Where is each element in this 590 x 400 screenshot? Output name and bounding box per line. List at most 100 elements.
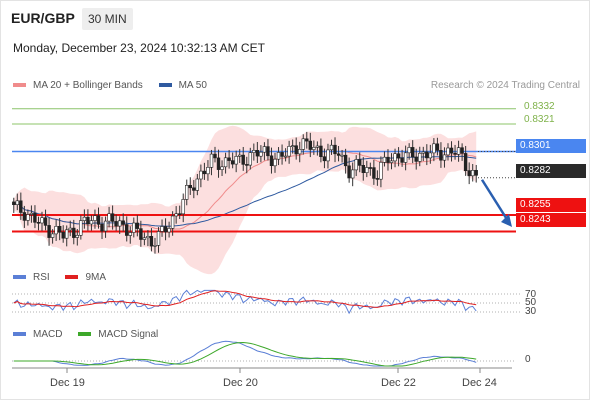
candle-body: [118, 220, 122, 227]
pivot-label: 0.8301: [516, 139, 586, 153]
candle-body: [421, 151, 425, 154]
candle-body: [163, 226, 168, 233]
rsi-9ma-line: [13, 290, 477, 308]
candle-body: [213, 153, 217, 159]
candle-body: [185, 185, 189, 200]
candle-body: [47, 225, 51, 238]
candle-body: [333, 144, 337, 155]
s1-label: 0.8255: [516, 198, 586, 212]
candle-body: [418, 153, 422, 162]
legend-macd-signal-label: MACD Signal: [98, 329, 159, 340]
legend-9ma: 9MA: [65, 272, 106, 283]
candle-body: [100, 224, 104, 232]
candle-body: [174, 213, 178, 217]
candle-body: [50, 233, 55, 238]
candle-body: [439, 150, 443, 161]
candle-body: [361, 165, 365, 174]
candle-body: [170, 215, 175, 229]
candle-body: [357, 159, 362, 166]
legend-rsi: RSI: [13, 272, 50, 283]
candle-body: [336, 153, 341, 156]
legend-macd-swatch: [13, 332, 26, 337]
candle-body: [216, 157, 221, 170]
candle-body: [350, 169, 355, 179]
candle-body: [446, 147, 450, 156]
candle-body: [322, 156, 327, 162]
candle-body: [230, 160, 235, 165]
candle-body: [245, 164, 249, 166]
r1-label: 0.8321: [524, 114, 555, 125]
candle-body: [428, 152, 432, 159]
legend-macd-signal: MACD Signal: [78, 329, 158, 340]
rsi-legend: RSI 9MA: [13, 272, 119, 283]
candle-body: [301, 138, 305, 150]
candle-body: [375, 178, 380, 180]
candle-body: [227, 157, 231, 161]
candle-body: [403, 152, 408, 163]
candle-body: [29, 212, 34, 215]
macd-legend: MACD MACD Signal: [13, 329, 171, 340]
candle-body: [379, 162, 383, 180]
legend-9ma-label: 9MA: [85, 272, 107, 283]
candle-body: [75, 235, 80, 238]
candle-body: [407, 147, 411, 154]
candle-body: [347, 165, 351, 179]
candle-body: [297, 149, 302, 155]
rsi-level-30: 30: [525, 306, 537, 317]
candle-body: [68, 227, 72, 231]
candle-body: [365, 167, 369, 173]
candle-body: [312, 147, 316, 150]
candle-body: [389, 160, 394, 163]
candle-body: [410, 147, 415, 158]
legend-macd-signal-swatch: [78, 332, 92, 337]
candle-body: [425, 151, 429, 159]
candle-body: [290, 145, 295, 147]
macd-line: [13, 340, 477, 367]
candle-body: [241, 154, 245, 165]
candle-body: [343, 154, 348, 167]
candle-body: [33, 212, 37, 223]
candle-body: [206, 167, 210, 175]
candle-body: [22, 212, 27, 221]
candle-body: [460, 147, 464, 154]
candle-body: [238, 154, 242, 157]
candle-body: [326, 149, 330, 162]
candle-body: [340, 154, 344, 157]
candle-body: [192, 187, 196, 191]
candle-body: [15, 200, 19, 206]
candle-body: [396, 153, 401, 159]
candle-body: [72, 227, 76, 238]
candle-body: [414, 156, 418, 162]
candle-body: [96, 215, 101, 225]
candle-body: [103, 220, 108, 232]
legend-rsi-label: RSI: [33, 272, 50, 283]
candle-body: [467, 170, 471, 177]
candle-body: [135, 222, 139, 229]
candle-body: [319, 145, 323, 157]
candle-body: [255, 150, 260, 157]
candle-body: [43, 217, 48, 226]
candle-body: [209, 153, 214, 168]
candle-body: [266, 146, 270, 157]
candle-body: [280, 152, 284, 157]
candle-body: [146, 236, 150, 239]
candle-body: [442, 154, 447, 161]
candle-body: [188, 185, 192, 189]
candle-body: [294, 145, 298, 155]
candle-body: [273, 158, 277, 167]
candle-body: [114, 221, 118, 227]
price-chart: [12, 108, 520, 373]
candle-body: [262, 146, 267, 153]
candle-body: [93, 215, 97, 221]
candle-body: [435, 143, 440, 151]
candle-body: [167, 228, 171, 233]
candle-body: [160, 226, 164, 232]
candle-body: [19, 200, 23, 213]
candle-body: [181, 199, 185, 215]
candle-body: [178, 213, 182, 215]
x-label-dec24: Dec 24: [462, 377, 497, 389]
candle-body: [128, 232, 132, 236]
candle-body: [132, 222, 136, 233]
s2-label: 0.8243: [516, 213, 586, 227]
candle-body: [149, 236, 154, 247]
